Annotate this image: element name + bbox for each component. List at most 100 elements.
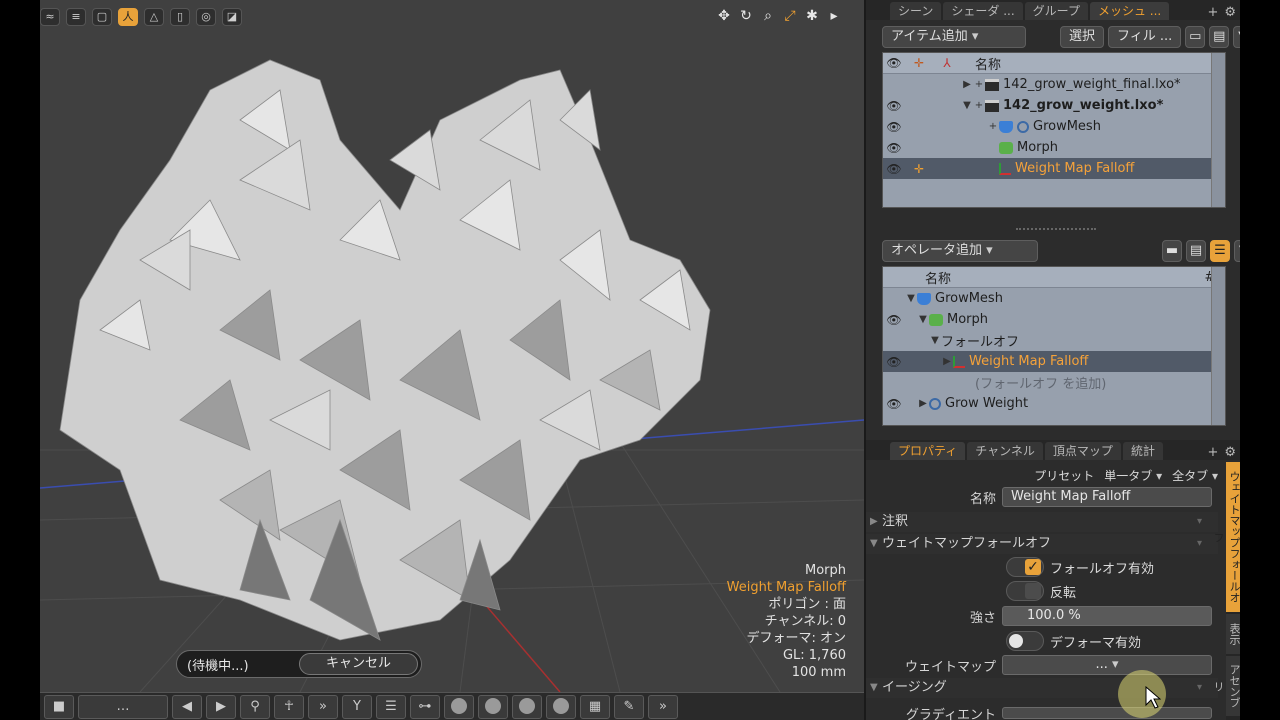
collapse-icon[interactable]: ▼ <box>870 678 878 698</box>
square-icon[interactable]: ■ <box>44 694 74 719</box>
collapse-icon[interactable]: ▭ <box>1185 26 1206 48</box>
eye-icon[interactable]: 👁 <box>883 355 905 369</box>
fit-icon[interactable]: ⤢ <box>782 8 798 24</box>
item-row[interactable]: 👁 ▼ + 142_grow_weight.lxo* <box>883 95 1225 116</box>
operator-row[interactable]: ▼ フォールオフ <box>883 330 1225 351</box>
strength-slider[interactable]: 100.0 % <box>1002 606 1212 626</box>
all-tabs-dropdown[interactable]: 全タブ <box>1172 467 1218 484</box>
tower-icon[interactable]: △ <box>144 8 164 26</box>
operator-row[interactable]: 👁 ▶ Grow Weight <box>883 393 1225 414</box>
operator-row[interactable]: ▼ GrowMesh <box>883 288 1225 309</box>
tab-statistics[interactable]: 統計 <box>1122 442 1163 460</box>
item-row-selected[interactable]: 👁 ✛ Weight Map Falloff <box>883 158 1225 179</box>
tab-channels[interactable]: チャンネル <box>967 442 1043 460</box>
edit-icon[interactable]: ✛ <box>905 162 933 176</box>
list-mode-icon[interactable]: ☰ <box>1210 240 1230 262</box>
tab-scene[interactable]: シーン <box>890 2 942 20</box>
select-button[interactable]: 選択 <box>1060 26 1105 48</box>
add-operator-button[interactable]: オペレータ追加 <box>882 240 1038 262</box>
person-icon[interactable]: 人 <box>118 8 138 26</box>
invert-toggle[interactable] <box>1006 581 1044 601</box>
collapse-icon[interactable]: ▼ <box>929 335 941 346</box>
single-tab-dropdown[interactable]: 単一タブ <box>1104 467 1162 484</box>
gradient-editor[interactable] <box>1002 707 1212 719</box>
tab-vertex-maps[interactable]: 頂点マップ <box>1044 442 1121 460</box>
eye-icon[interactable]: 👁 <box>883 120 905 134</box>
item-list-scrollbar[interactable] <box>1211 53 1225 207</box>
panel-options-icon[interactable]: ⚙ <box>1224 445 1236 460</box>
shutter-icon[interactable]: ◪ <box>222 8 242 26</box>
prev-icon[interactable]: ◀ <box>172 694 202 719</box>
fork-icon[interactable]: Y <box>342 694 372 719</box>
eye-icon[interactable]: 👁 <box>883 313 905 327</box>
walk-icon[interactable]: ⚲ <box>240 694 270 719</box>
sphere-slash-icon[interactable] <box>478 694 508 719</box>
add-falloff-label: (フォールオフ を追加) <box>975 377 1107 392</box>
eye-icon[interactable]: 👁 <box>883 141 905 155</box>
collapse-icon[interactable]: ▼ <box>905 293 917 304</box>
collapse-icon[interactable]: ▼ <box>870 534 878 554</box>
cylinder-icon[interactable]: ▯ <box>170 8 190 26</box>
operator-label: フォールオフ <box>941 335 1020 350</box>
panel-splitter[interactable] <box>1016 228 1096 232</box>
wave-icon[interactable]: ≈ <box>40 8 60 26</box>
stripes-icon[interactable]: ≡ <box>66 8 86 26</box>
operator-list-scrollbar[interactable] <box>1211 267 1225 425</box>
list-icon[interactable]: ☰ <box>376 694 406 719</box>
item-row[interactable]: 👁 + GrowMesh <box>883 116 1225 137</box>
expand-icon[interactable]: ▶ <box>870 512 878 532</box>
weight-map-dropdown[interactable]: ... <box>1002 655 1212 675</box>
eye-icon[interactable]: 👁 <box>883 397 905 411</box>
enable-deformer-toggle[interactable] <box>1006 631 1044 651</box>
operator-row[interactable]: (フォールオフ を追加) <box>883 372 1225 393</box>
tab-mesh[interactable]: メッシュ ... <box>1089 2 1170 20</box>
weight-falloff-section[interactable]: ▼ ウェイトマップフォールオフ ▾ <box>866 534 1218 554</box>
3d-viewport[interactable]: ≈ ≡ ▢ 人 △ ▯ ◎ ◪ ✥ ↻ ⌕ ⤢ ✱ ▸ Morph Weight… <box>0 0 864 720</box>
eye-icon[interactable]: 👁 <box>883 162 905 176</box>
eye-icon[interactable]: 👁 <box>883 99 905 113</box>
tab-properties[interactable]: プロパティ <box>890 442 966 460</box>
operator-row[interactable]: 👁 ▼ Morph <box>883 309 1225 330</box>
tab-group[interactable]: グループ <box>1024 2 1088 20</box>
annotation-section[interactable]: ▶ 注釈 ▾ <box>866 512 1218 532</box>
figure-icon[interactable]: ☥ <box>274 694 304 719</box>
cancel-button[interactable]: キャンセル <box>299 653 418 675</box>
layout-icon[interactable]: ▤ <box>1186 240 1206 262</box>
filter-button[interactable]: フィル ... <box>1108 26 1182 48</box>
grid-icon[interactable]: ▦ <box>580 694 610 719</box>
list-icon[interactable]: ▤ <box>1209 26 1230 48</box>
frame-icon[interactable]: ▢ <box>92 8 112 26</box>
sphere-icon[interactable] <box>444 694 474 719</box>
add-tab-icon[interactable]: + <box>1207 445 1218 460</box>
stop-icon[interactable]: ◎ <box>196 8 216 26</box>
expand-icon[interactable]: ▶ <box>961 79 973 90</box>
dropdown-button[interactable]: … <box>78 694 168 719</box>
item-row[interactable]: 👁 Morph <box>883 137 1225 158</box>
operator-row-selected[interactable]: 👁 ▶ Weight Map Falloff <box>883 351 1225 372</box>
name-field[interactable]: Weight Map Falloff <box>1002 487 1212 507</box>
sphere-off-icon[interactable] <box>546 694 576 719</box>
item-row[interactable]: ▶ + 142_grow_weight_final.lxo* <box>883 74 1225 95</box>
add-item-button[interactable]: アイテム追加 <box>882 26 1026 48</box>
more-icon[interactable]: » <box>648 694 678 719</box>
chevron-icon[interactable]: » <box>308 694 338 719</box>
rotate-icon[interactable]: ↻ <box>738 8 754 24</box>
paint-icon[interactable]: ✎ <box>614 694 644 719</box>
sphere-solid-icon[interactable] <box>512 694 542 719</box>
add-tab-icon[interactable]: + <box>1207 5 1218 20</box>
collapse-icon[interactable]: ▼ <box>961 100 973 111</box>
play-icon[interactable]: ▸ <box>826 8 842 24</box>
enable-falloff-toggle[interactable]: ✓ <box>1006 557 1044 577</box>
node-icon[interactable]: ⊶ <box>410 694 440 719</box>
next-icon[interactable]: ▶ <box>206 694 236 719</box>
panel-options-icon[interactable]: ⚙ <box>1224 5 1236 20</box>
hud-deformer-state: デフォーマ: オン <box>746 631 846 646</box>
zoom-icon[interactable]: ⌕ <box>760 8 776 24</box>
gear-icon[interactable]: ✱ <box>804 8 820 24</box>
expand-icon[interactable]: ▶ <box>917 398 929 409</box>
collapse-icon[interactable]: ▼ <box>917 314 929 325</box>
tab-shader[interactable]: シェーダ ... <box>943 2 1023 20</box>
expand-icon[interactable]: ▶ <box>941 356 953 367</box>
collapse-icon[interactable]: ▬ <box>1162 240 1182 262</box>
move-icon[interactable]: ✥ <box>716 8 732 24</box>
